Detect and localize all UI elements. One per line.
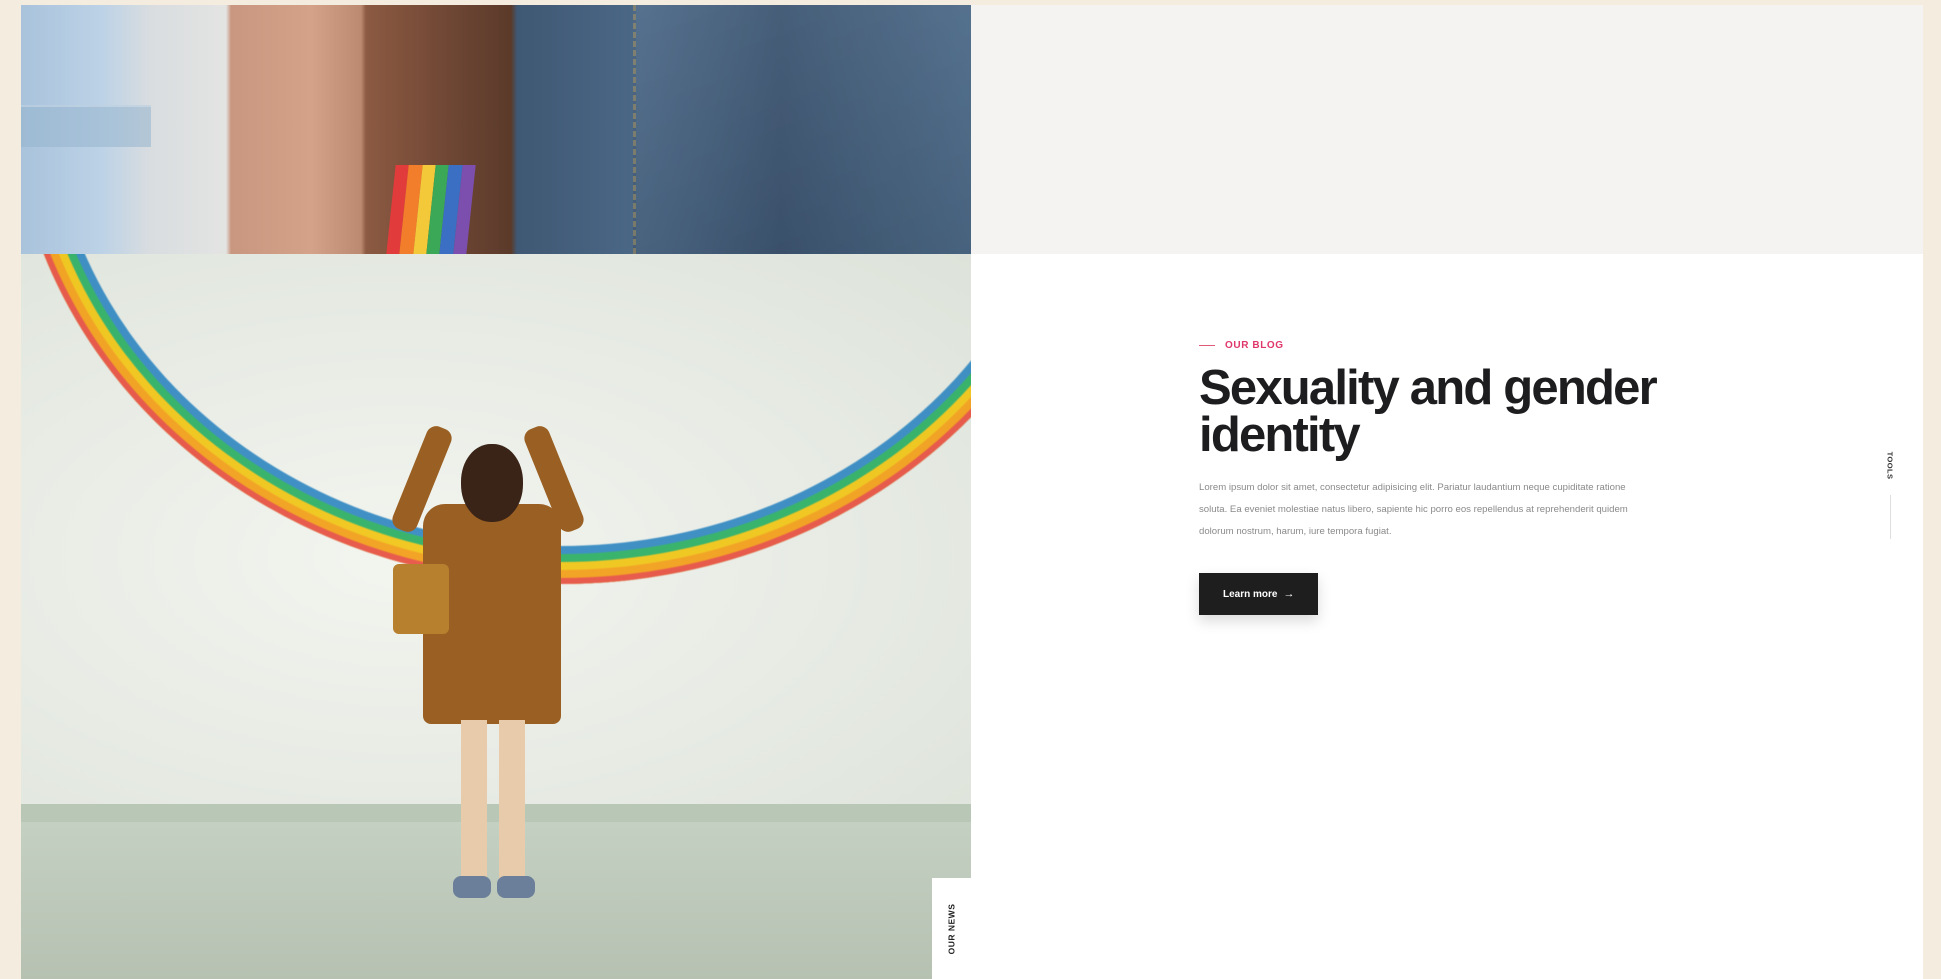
eyebrow-line (1199, 345, 1215, 346)
our-news-label[interactable]: OUR NEWS (932, 878, 971, 979)
person-figure (389, 423, 587, 904)
tools-side-label[interactable]: TOOLS (1881, 445, 1899, 555)
person-bag (393, 564, 449, 634)
person-shoe-right (497, 876, 535, 898)
person-leg-right (499, 720, 525, 880)
learn-more-button[interactable]: Learn more → (1199, 573, 1319, 615)
denim-cuff (21, 105, 151, 147)
intro-paragraph: Lorem ipsum dolor sit amet, consectetur … (1199, 482, 1628, 537)
arrow-right-icon: → (1283, 588, 1295, 600)
person-leg-left (461, 720, 487, 880)
jeans-pocket (633, 5, 971, 254)
person-shoe-left (453, 876, 491, 898)
tools-text-wrap: TOOLS (1881, 445, 1899, 485)
bottom-left-photo (21, 254, 971, 979)
page-frame: OUR NEWS OUR BLOG Sexuality and gender i… (21, 5, 1923, 979)
rainbow-flag-paint (386, 165, 476, 254)
eyebrow-label: OUR BLOG (1225, 340, 1284, 351)
tools-text: TOOLS (1885, 451, 1895, 479)
page-title: Sexuality and gender identity (1199, 361, 1658, 462)
top-left-photo (21, 5, 971, 254)
eyebrow: OUR BLOG (1199, 340, 1659, 351)
person-head (461, 444, 523, 522)
blog-content: OUR BLOG Sexuality and gender identity L… (1199, 340, 1659, 615)
top-right-panel (971, 5, 1923, 254)
our-news-text: OUR NEWS (946, 903, 957, 954)
tools-divider (1890, 495, 1891, 539)
learn-more-label: Learn more (1223, 588, 1278, 600)
